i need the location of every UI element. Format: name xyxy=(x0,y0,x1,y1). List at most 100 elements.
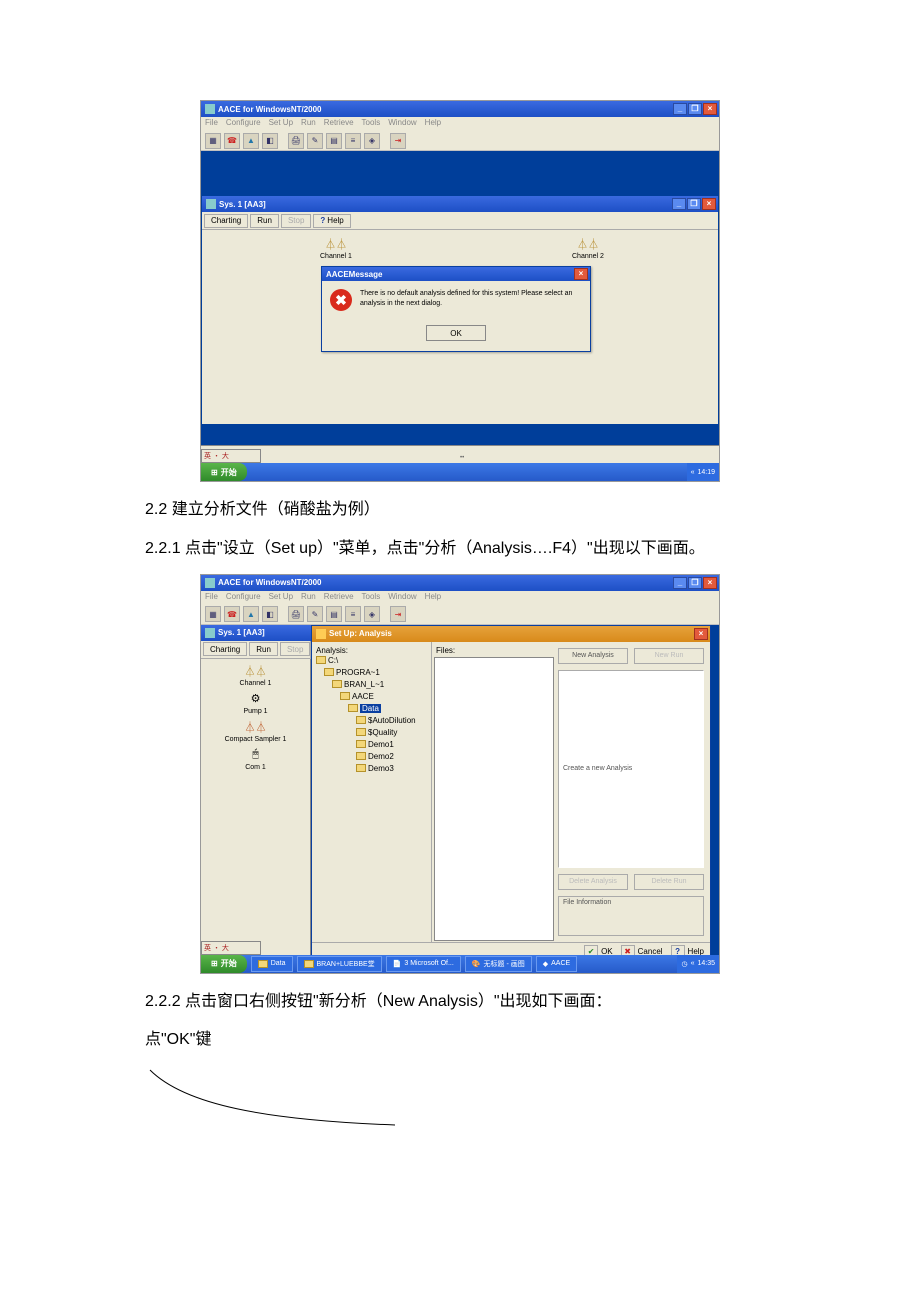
setup-close-button[interactable]: × xyxy=(694,628,708,640)
ime-bar[interactable]: 英 ・ 大 xyxy=(201,449,261,463)
device-pump-1[interactable]: ⚙Pump 1 xyxy=(205,691,306,715)
tree-aace[interactable]: AACE xyxy=(352,692,374,701)
menu-window[interactable]: Window xyxy=(388,592,416,604)
menu-configure[interactable]: Configure xyxy=(226,118,261,130)
message-text: There is no default analysis defined for… xyxy=(360,289,582,309)
taskbar: ⊞开始 «14:19 xyxy=(201,463,719,481)
tab-run[interactable]: Run xyxy=(250,214,279,228)
menu-file[interactable]: File xyxy=(205,592,218,604)
menubar-2[interactable]: File Configure Set Up Run Retrieve Tools… xyxy=(201,591,719,605)
hand-scribble xyxy=(145,1065,775,1185)
start-button-2[interactable]: ⊞开始 xyxy=(201,955,247,973)
tab-charting[interactable]: Charting xyxy=(204,214,248,228)
app-titlebar-2: AACE for WindowsNT/2000 _ ❐ × xyxy=(201,575,719,591)
task-aace[interactable]: ◆AACE xyxy=(536,956,577,972)
sys-close-button[interactable]: × xyxy=(702,198,716,210)
toolbar-btn-4[interactable]: ◧ xyxy=(262,606,278,622)
toolbar-btn-exit[interactable]: ⇥ xyxy=(390,133,406,149)
tree-quality[interactable]: $Quality xyxy=(368,728,397,737)
taskbar-2: ⊞开始 Data BRAN+LUEBBE堂 📄3 Microsoft Of...… xyxy=(201,955,719,973)
tab-charting[interactable]: Charting xyxy=(203,642,247,656)
minimize-button[interactable]: _ xyxy=(673,103,687,115)
task-bran[interactable]: BRAN+LUEBBE堂 xyxy=(297,956,382,972)
sys-maximize-button[interactable]: ❐ xyxy=(687,198,701,210)
toolbar-btn-6[interactable]: ✎ xyxy=(307,606,323,622)
menu-help[interactable]: Help xyxy=(425,592,441,604)
delete-run-button: Delete Run xyxy=(634,874,704,890)
tab-help[interactable]: ?Help xyxy=(313,214,350,228)
menu-run[interactable]: Run xyxy=(301,118,316,130)
toolbar-btn-7[interactable]: ▤ xyxy=(326,133,342,149)
tree-autodilution[interactable]: $AutoDilution xyxy=(368,716,416,725)
toolbar-btn-8[interactable]: ≡ xyxy=(345,133,361,149)
new-analysis-button[interactable]: New Analysis xyxy=(558,648,628,664)
menu-setup[interactable]: Set Up xyxy=(269,118,293,130)
toolbar-btn-4[interactable]: ◧ xyxy=(262,133,278,149)
setup-titlebar: Set Up: Analysis × xyxy=(312,626,710,642)
tree-c[interactable]: C:\ xyxy=(328,656,338,665)
menu-setup[interactable]: Set Up xyxy=(269,592,293,604)
toolbar-btn-2[interactable]: ☎ xyxy=(224,606,240,622)
device-channel-2[interactable]: ⏃⏃ Channel 2 xyxy=(572,236,604,260)
toolbar-btn-3[interactable]: ▲ xyxy=(243,133,259,149)
close-button[interactable]: × xyxy=(703,103,717,115)
channel-icon: ⏃⏃ xyxy=(579,236,597,252)
tree-bran[interactable]: BRAN_L~1 xyxy=(344,680,384,689)
task-msoffice[interactable]: 📄3 Microsoft Of... xyxy=(386,956,461,972)
tree-demo2[interactable]: Demo2 xyxy=(368,752,394,761)
start-button[interactable]: ⊞开始 xyxy=(201,463,247,481)
toolbar-btn-7[interactable]: ▤ xyxy=(326,606,342,622)
toolbar-btn-exit[interactable]: ⇥ xyxy=(390,606,406,622)
folder-tree[interactable]: C:\ PROGRA~1 BRAN_L~1 AACE Data $AutoDil… xyxy=(316,655,427,775)
device-channel-1[interactable]: ⏃⏃Channel 1 xyxy=(205,663,306,687)
tab-run[interactable]: Run xyxy=(249,642,278,656)
tree-progra[interactable]: PROGRA~1 xyxy=(336,668,380,677)
minimize-button[interactable]: _ xyxy=(673,577,687,589)
menu-tools[interactable]: Tools xyxy=(362,118,381,130)
toolbar-btn-5[interactable]: 🖨 xyxy=(288,606,304,622)
menu-configure[interactable]: Configure xyxy=(226,592,261,604)
menu-tools[interactable]: Tools xyxy=(362,592,381,604)
channel-icon: ⏃⏃ xyxy=(247,663,265,679)
files-list[interactable] xyxy=(434,657,554,941)
pump-1-label: Pump 1 xyxy=(205,708,306,715)
device-com[interactable]: 🖱Com 1 xyxy=(205,747,306,771)
toolbar-btn-6[interactable]: ✎ xyxy=(307,133,323,149)
toolbar-btn-2[interactable]: ☎ xyxy=(224,133,240,149)
tree-data-selected[interactable]: Data xyxy=(360,704,381,713)
menu-run[interactable]: Run xyxy=(301,592,316,604)
menubar[interactable]: File Configure Set Up Run Retrieve Tools… xyxy=(201,117,719,131)
tree-demo3[interactable]: Demo3 xyxy=(368,764,394,773)
message-close-button[interactable]: × xyxy=(574,268,588,280)
maximize-button[interactable]: ❐ xyxy=(688,103,702,115)
file-information-group: File Information xyxy=(558,896,704,936)
message-title: AACEMessage xyxy=(326,270,574,279)
device-channel-1[interactable]: ⏃⏃ Channel 1 xyxy=(320,236,352,260)
toolbar-btn-1[interactable]: ▦ xyxy=(205,133,221,149)
sys-minimize-button[interactable]: _ xyxy=(672,198,686,210)
ime-bar-2[interactable]: 英 ・ 大 xyxy=(201,941,261,955)
toolbar-btn-9[interactable]: ◈ xyxy=(364,606,380,622)
task-paint[interactable]: 🎨无标题 - 画图 xyxy=(465,956,532,972)
error-icon: ✖ xyxy=(330,289,352,311)
system-titlebar: Sys. 1 [AA3] _ ❐ × xyxy=(202,196,718,212)
toolbar-btn-1[interactable]: ▦ xyxy=(205,606,221,622)
folder-open-icon xyxy=(316,629,326,639)
delete-analysis-button: Delete Analysis xyxy=(558,874,628,890)
message-ok-button[interactable]: OK xyxy=(426,325,486,341)
maximize-button[interactable]: ❐ xyxy=(688,577,702,589)
tree-demo1[interactable]: Demo1 xyxy=(368,740,394,749)
toolbar-btn-9[interactable]: ◈ xyxy=(364,133,380,149)
task-data[interactable]: Data xyxy=(251,956,293,972)
toolbar-btn-3[interactable]: ▲ xyxy=(243,606,259,622)
system-window-icon xyxy=(205,628,215,638)
menu-window[interactable]: Window xyxy=(388,118,416,130)
menu-help[interactable]: Help xyxy=(425,118,441,130)
device-sampler[interactable]: ⏃⏃Compact Sampler 1 xyxy=(205,719,306,743)
toolbar-btn-8[interactable]: ≡ xyxy=(345,606,361,622)
menu-retrieve[interactable]: Retrieve xyxy=(324,118,354,130)
menu-retrieve[interactable]: Retrieve xyxy=(324,592,354,604)
toolbar-btn-5[interactable]: 🖨 xyxy=(288,133,304,149)
menu-file[interactable]: File xyxy=(205,118,218,130)
close-button[interactable]: × xyxy=(703,577,717,589)
